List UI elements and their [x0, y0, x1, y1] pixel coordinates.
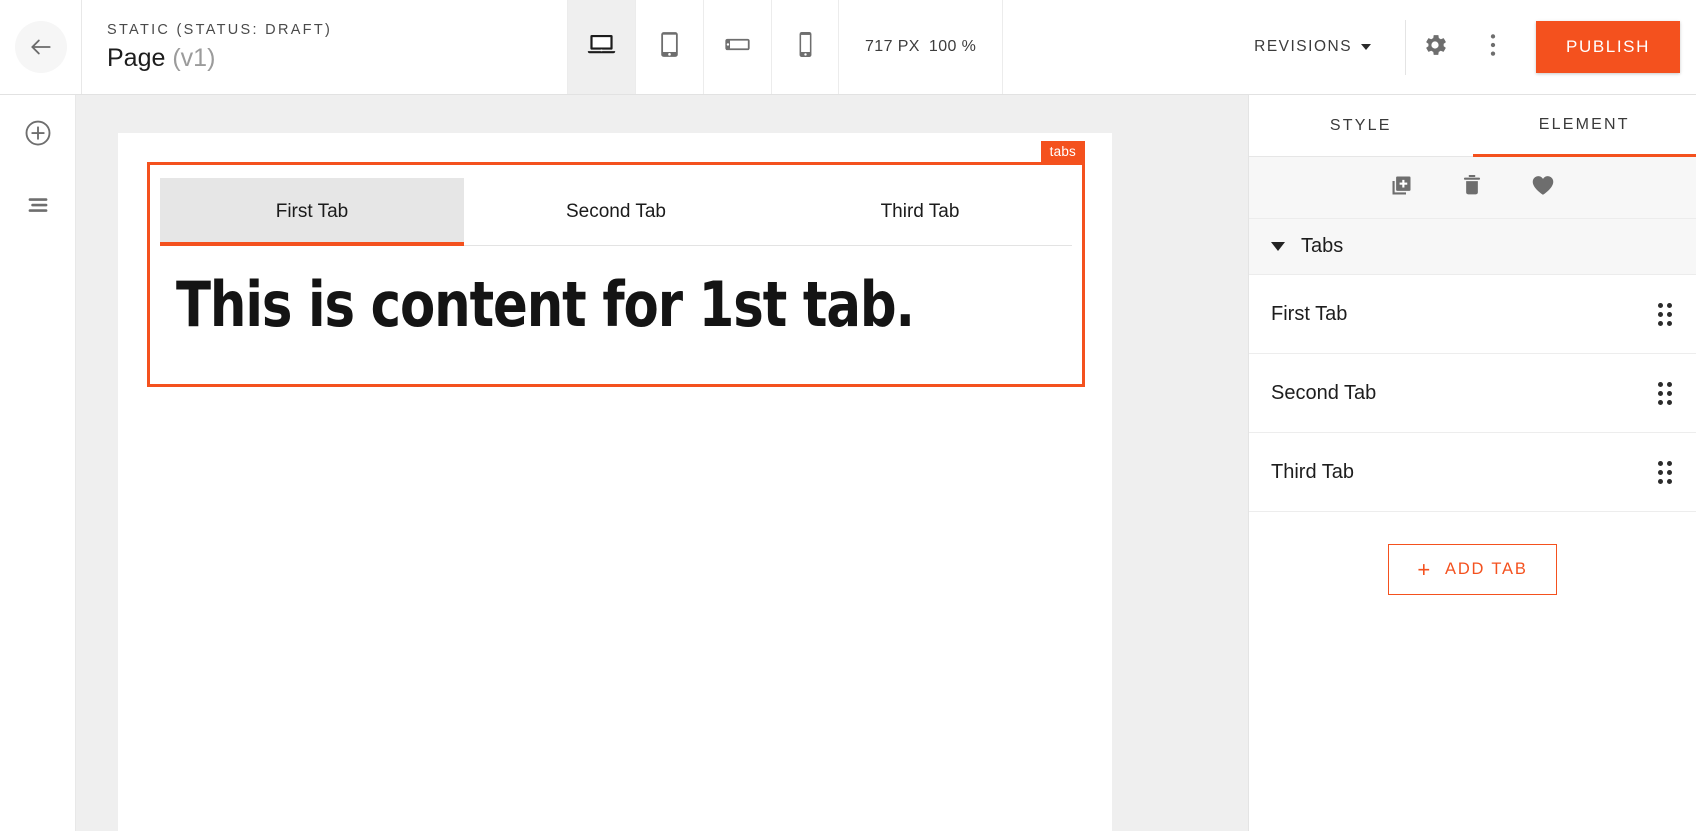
canvas-tab-second[interactable]: Second Tab [464, 178, 768, 245]
section-header-tabs[interactable]: Tabs [1249, 219, 1696, 275]
device-preview-group [567, 0, 839, 94]
add-tab-button[interactable]: + ADD TAB [1388, 544, 1557, 595]
drag-handle-icon[interactable] [1658, 460, 1672, 484]
left-rail [0, 95, 76, 831]
page-version: (v1) [172, 43, 216, 72]
delete-button[interactable] [1459, 172, 1485, 203]
drag-handle-icon[interactable] [1658, 381, 1672, 405]
viewport-zoom-readout: 717 PX 100 % [839, 0, 1004, 94]
revisions-label: REVISIONS [1254, 38, 1353, 55]
laptop-icon [586, 29, 617, 65]
back-button[interactable] [14, 21, 67, 73]
zoom-level-value: 100 % [928, 38, 977, 55]
viewport-width-value: 717 PX [865, 38, 920, 55]
trash-icon [1459, 172, 1485, 203]
list-item-label: First Tab [1271, 302, 1348, 325]
revisions-dropdown[interactable]: REVISIONS [1254, 38, 1405, 56]
page-title-text: Page [107, 43, 166, 72]
table-row[interactable]: Second Tab [1249, 354, 1696, 433]
canvas-tab-first[interactable]: First Tab [160, 178, 464, 246]
table-row[interactable]: Third Tab [1249, 433, 1696, 512]
page-title: Page (v1) [107, 43, 567, 74]
device-button-tablet-portrait[interactable] [635, 0, 703, 94]
duplicate-button[interactable] [1388, 172, 1415, 204]
heart-icon [1529, 171, 1557, 204]
page-builder-app: STATIC (STATUS: DRAFT) Page (v1) 717 PX … [0, 0, 1696, 831]
device-button-tablet-landscape[interactable] [703, 0, 771, 94]
arrow-left-icon [28, 34, 54, 60]
table-row[interactable]: First Tab [1249, 275, 1696, 354]
tabs-widget-selected[interactable]: tabs First Tab Second Tab Third Tab This… [147, 141, 1085, 387]
list-item-label: Third Tab [1271, 460, 1355, 483]
editor-canvas: tabs First Tab Second Tab Third Tab This… [76, 95, 1248, 831]
section-title: Tabs [1301, 235, 1344, 257]
tab-element[interactable]: ELEMENT [1472, 95, 1696, 157]
canvas-tab-panel: This is content for 1st tab. [150, 246, 1082, 339]
page-status-kicker: STATIC (STATUS: DRAFT) [107, 22, 333, 38]
device-button-mobile[interactable] [771, 0, 839, 94]
back-button-wrap [0, 0, 82, 94]
settings-button[interactable] [1406, 0, 1464, 95]
add-element-button[interactable] [14, 111, 62, 159]
canvas-tabstrip: First Tab Second Tab Third Tab [160, 178, 1072, 246]
panel-tab-bar: STYLE ELEMENT [1249, 95, 1696, 157]
more-options-button[interactable] [1464, 0, 1522, 95]
favorite-button[interactable] [1529, 171, 1557, 204]
kebab-menu-icon [1482, 31, 1504, 64]
tablet-landscape-icon [722, 29, 753, 65]
add-tab-wrap: + ADD TAB [1249, 512, 1696, 595]
layers-list-icon [23, 190, 53, 225]
tab-content-heading[interactable]: This is content for 1st tab. [176, 271, 986, 339]
publish-button[interactable]: PUBLISH [1536, 21, 1680, 73]
plus-icon: + [1417, 556, 1433, 582]
page-sheet: tabs First Tab Second Tab Third Tab This… [118, 133, 1112, 831]
properties-panel: STYLE ELEMENT Tabs First Tab Second Tab … [1248, 95, 1696, 831]
duplicate-icon [1388, 172, 1415, 204]
canvas-tab-third[interactable]: Third Tab [768, 178, 1072, 245]
device-button-desktop[interactable] [567, 0, 635, 94]
gear-icon [1421, 31, 1449, 64]
layers-button[interactable] [14, 183, 62, 231]
phone-icon [790, 29, 821, 65]
selection-badge: tabs [1040, 141, 1085, 164]
plus-circle-icon [23, 118, 53, 153]
top-toolbar: STATIC (STATUS: DRAFT) Page (v1) 717 PX … [0, 0, 1696, 95]
page-title-block: STATIC (STATUS: DRAFT) Page (v1) [82, 0, 567, 94]
add-tab-label: ADD TAB [1445, 560, 1528, 578]
tab-style[interactable]: STYLE [1249, 95, 1473, 157]
element-action-bar [1249, 157, 1696, 219]
chevron-down-icon [1271, 242, 1285, 251]
drag-handle-icon[interactable] [1658, 302, 1672, 326]
list-item-label: Second Tab [1271, 381, 1377, 404]
chevron-down-icon [1361, 44, 1372, 50]
topbar-right-group: REVISIONS PUBLISH [1003, 0, 1696, 94]
tablet-portrait-icon [654, 29, 685, 65]
